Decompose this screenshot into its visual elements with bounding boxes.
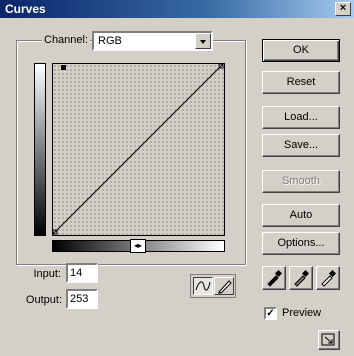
options-button[interactable]: Options... — [262, 232, 340, 255]
channel-value: RGB — [98, 35, 122, 47]
ok-button[interactable]: OK — [262, 39, 340, 62]
window-title: Curves — [5, 2, 46, 16]
reset-button[interactable]: Reset — [262, 71, 340, 94]
preview-label[interactable]: Preview — [282, 307, 321, 319]
input-label: Input: — [33, 268, 61, 280]
curve-line[interactable] — [53, 64, 224, 235]
chevron-down-icon[interactable] — [195, 33, 211, 49]
white-eyedropper-icon — [321, 269, 337, 287]
auto-button[interactable]: Auto — [262, 204, 340, 227]
black-eyedropper-button[interactable] — [262, 266, 286, 290]
smooth-button[interactable]: Smooth — [262, 170, 340, 193]
curve-icon — [195, 281, 211, 291]
channel-label: Channel: — [42, 34, 91, 46]
pencil-icon — [218, 280, 232, 294]
close-button[interactable]: × — [335, 2, 351, 16]
load-button[interactable]: Load... — [262, 106, 340, 129]
output-field[interactable]: 253 — [66, 289, 98, 309]
input-field[interactable]: 14 — [66, 263, 98, 283]
pencil-mode-button[interactable] — [214, 277, 234, 295]
curve-graph-canvas — [53, 64, 224, 235]
curve-point[interactable] — [61, 65, 66, 70]
curve-mode-group — [190, 274, 236, 298]
save-button[interactable]: Save... — [262, 134, 340, 157]
channel-select[interactable]: RGB — [92, 31, 213, 51]
expand-icon — [321, 333, 335, 346]
title-bar: Curves × — [0, 0, 354, 18]
gradient-toggle-icon[interactable]: ◂▸ — [130, 239, 146, 253]
white-eyedropper-button[interactable] — [316, 266, 340, 290]
gray-eyedropper-button[interactable] — [289, 266, 313, 290]
curve-mode-button[interactable] — [193, 277, 213, 295]
resize-button[interactable] — [318, 330, 340, 350]
curve-graph[interactable] — [52, 63, 225, 236]
black-eyedropper-icon — [267, 269, 283, 287]
output-gradient-bar — [34, 63, 46, 236]
gray-eyedropper-icon — [294, 269, 310, 287]
output-label: Output: — [25, 294, 62, 306]
preview-checkbox[interactable]: ✓ — [264, 307, 277, 320]
